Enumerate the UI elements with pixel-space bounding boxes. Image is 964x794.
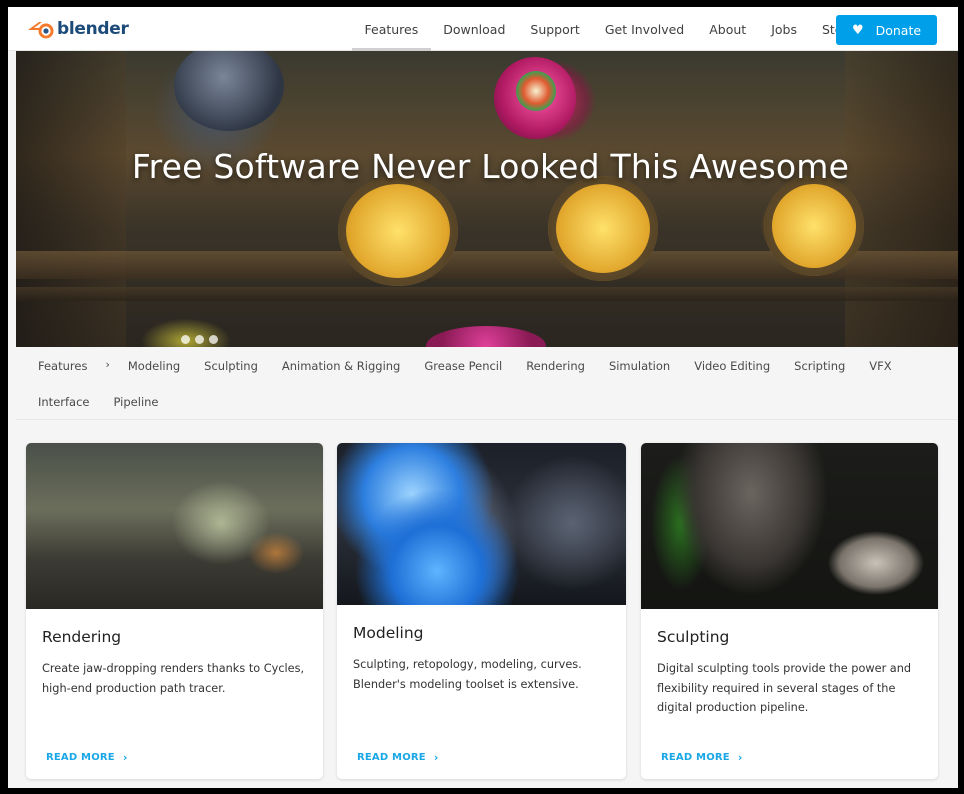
main-nav: Features Download Support Get Involved A… xyxy=(352,7,868,51)
card-image-modeling xyxy=(337,443,626,605)
read-more-link[interactable]: READ MORE › xyxy=(661,751,743,764)
hero-robot-eye xyxy=(516,71,556,111)
heart-icon: ♥ xyxy=(851,22,864,38)
subnav-item-simulation[interactable]: Simulation xyxy=(609,359,670,373)
hero-slide-dots xyxy=(181,335,218,344)
subnav-item-features[interactable]: Features xyxy=(38,359,87,373)
nav-jobs[interactable]: Jobs xyxy=(759,7,810,51)
card-image-sculpting xyxy=(641,443,938,609)
browser-viewport: blender Features Download Support Get In… xyxy=(0,0,964,794)
hero-pipe-lower xyxy=(16,287,958,301)
feature-card-modeling[interactable]: Modeling Sculpting, retopology, modeling… xyxy=(337,443,626,779)
hero-scenery-left xyxy=(16,51,126,347)
hero-banner: Free Software Never Looked This Awesome xyxy=(16,51,958,347)
subnav-item-grease-pencil[interactable]: Grease Pencil xyxy=(424,359,502,373)
chevron-right-icon: › xyxy=(122,751,128,764)
subnav-item-interface[interactable]: Interface xyxy=(38,395,90,409)
slide-dot[interactable] xyxy=(195,335,204,344)
subnav-item-video-editing[interactable]: Video Editing xyxy=(694,359,770,373)
read-more-label: READ MORE xyxy=(357,752,426,763)
read-more-link[interactable]: READ MORE › xyxy=(46,751,128,764)
blender-logo-icon xyxy=(28,22,54,39)
nav-about[interactable]: About xyxy=(697,7,759,51)
card-title: Modeling xyxy=(353,624,424,642)
subnav-item-vfx[interactable]: VFX xyxy=(869,359,891,373)
subnav-item-sculpting[interactable]: Sculpting xyxy=(204,359,258,373)
hero-robot-grey xyxy=(174,51,284,131)
subnav-item-rendering[interactable]: Rendering xyxy=(526,359,585,373)
subnav-row: Interface Pipeline xyxy=(38,391,183,413)
subnav-row: Features › Modeling Sculpting Animation … xyxy=(38,355,916,377)
blender-logo[interactable]: blender xyxy=(26,15,129,43)
hero-glowing-orb xyxy=(338,176,458,286)
features-subnav: Features › Modeling Sculpting Animation … xyxy=(16,347,958,420)
read-more-label: READ MORE xyxy=(661,752,730,763)
card-image-rendering xyxy=(26,443,323,609)
subnav-item-animation-rigging[interactable]: Animation & Rigging xyxy=(282,359,400,373)
donate-label: Donate xyxy=(875,22,922,38)
card-description: Sculpting, retopology, modeling, curves.… xyxy=(353,658,582,691)
feature-card-sculpting[interactable]: Sculpting Digital sculpting tools provid… xyxy=(641,443,938,779)
brand-name: blender xyxy=(57,19,129,39)
subnav-item-pipeline[interactable]: Pipeline xyxy=(114,395,159,409)
hero-title: Free Software Never Looked This Awesome xyxy=(131,147,850,186)
card-title: Rendering xyxy=(42,628,122,646)
read-more-label: READ MORE xyxy=(46,752,115,763)
hero-pink-figure xyxy=(426,326,546,347)
chevron-right-icon: › xyxy=(737,751,743,764)
subnav-item-modeling[interactable]: Modeling xyxy=(128,359,180,373)
read-more-link[interactable]: READ MORE › xyxy=(357,751,439,764)
nav-download[interactable]: Download xyxy=(431,7,518,51)
card-title: Sculpting xyxy=(657,628,730,646)
card-description: Digital sculpting tools provide the powe… xyxy=(657,662,912,714)
hero-scenery-right xyxy=(845,51,958,347)
card-description: Create jaw-dropping renders thanks to Cy… xyxy=(42,662,305,695)
subnav-item-scripting[interactable]: Scripting xyxy=(794,359,845,373)
nav-support[interactable]: Support xyxy=(518,7,592,51)
chevron-right-icon: › xyxy=(433,751,439,764)
nav-get-involved[interactable]: Get Involved xyxy=(592,7,696,51)
slide-dot[interactable] xyxy=(181,335,190,344)
chevron-right-icon: › xyxy=(105,357,110,371)
hero-glowing-orb xyxy=(764,176,864,276)
top-navbar: blender Features Download Support Get In… xyxy=(8,7,958,51)
feature-card-rendering[interactable]: Rendering Create jaw-dropping renders th… xyxy=(26,443,323,779)
donate-button[interactable]: ♥ Donate xyxy=(836,15,937,45)
slide-dot[interactable] xyxy=(209,335,218,344)
hero-glowing-orb xyxy=(548,176,658,281)
nav-features[interactable]: Features xyxy=(352,7,431,51)
